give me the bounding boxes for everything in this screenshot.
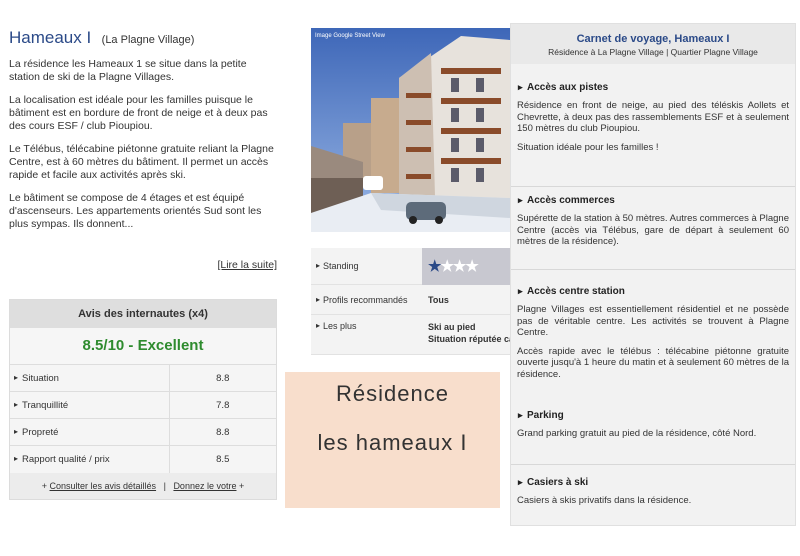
page-subtitle: (La Plagne Village) — [101, 34, 195, 46]
section-title: Accès centre station — [517, 286, 789, 297]
star-empty-icon: ★ — [465, 258, 478, 275]
intro-paragraph: La localisation est idéale pour les fami… — [9, 94, 268, 132]
standing-stars: ★★★★ — [428, 257, 479, 275]
travel-notebook: Carnet de voyage, Hameaux I Résidence à … — [510, 23, 796, 526]
notebook-subtitle: Résidence à La Plagne Village | Quartier… — [548, 47, 758, 57]
standing-rating: ★★★★ — [422, 247, 510, 285]
info-table: Standing ★★★★ Profils recommandés Tous L… — [311, 247, 510, 355]
section-divider — [511, 269, 795, 270]
plus-item: Ski au pied — [428, 322, 476, 332]
street-view-photo[interactable]: Image Google Street View — [311, 28, 510, 232]
reviews-footer: + Consulter les avis détaillés | Donnez … — [10, 473, 276, 499]
section-text: Accès rapide avec le télébus : télécabin… — [517, 345, 789, 380]
profiles-label: Profils recommandés — [311, 295, 422, 305]
table-row: Profils recommandés Tous — [311, 285, 510, 315]
star-filled-icon: ★ — [428, 258, 441, 275]
profiles-value: Tous — [428, 294, 449, 305]
reviews-box: Avis des internautes (x4) 8.5/10 - Excel… — [9, 299, 277, 500]
section-title: Accès aux pistes — [517, 82, 789, 93]
give-review-link[interactable]: Donnez le votre — [173, 481, 236, 491]
section-text: Résidence en front de neige, au pied des… — [517, 100, 789, 134]
notebook-section-centre: Accès centre station Plagne Villages est… — [511, 286, 795, 380]
review-criterion: Situation — [10, 364, 169, 392]
notebook-section-casiers: Casiers à ski Casiers à skis privatifs d… — [511, 477, 795, 507]
residence-card-line2: les hameaux I — [317, 430, 468, 455]
footer-plus: + — [41, 480, 47, 491]
plus-item: Situation réputée calme — [428, 334, 510, 344]
intro-title-row: Hameaux I (La Plagne Village) — [9, 28, 277, 48]
table-row: Situation 8.8 — [10, 364, 276, 392]
section-text: Grand parking gratuit au pied de la rési… — [517, 428, 757, 439]
building-photo-illustration — [311, 28, 510, 232]
section-text: Casiers à skis privatifs dans la résiden… — [517, 495, 692, 506]
residence-card-line1: Résidence — [336, 381, 449, 406]
star-empty-icon: ★ — [440, 258, 453, 275]
residence-card: Résidence les hameaux I — [285, 372, 500, 508]
notebook-section-parking: Parking Grand parking gratuit au pied de… — [511, 410, 795, 440]
review-value: 8.8 — [168, 364, 276, 392]
intro-paragraph: Le Télébus, télécabine piétonne gratuite… — [9, 143, 274, 181]
section-text: Plagne Villages est essentiellement rési… — [517, 304, 789, 338]
photo-caption: Image Google Street View — [315, 33, 385, 39]
standing-label: Standing — [311, 261, 422, 271]
footer-plus: + — [239, 480, 245, 491]
notebook-section-commerces: Accès commerces Supérette de la station … — [511, 195, 795, 248]
notebook-title: Carnet de voyage, Hameaux I — [576, 33, 730, 45]
review-value: 8.5 — [168, 445, 276, 473]
review-criterion: Rapport qualité / prix — [10, 445, 169, 473]
section-divider — [511, 186, 795, 187]
table-row: Les plus Ski au pied Situation réputée c… — [311, 315, 510, 355]
section-title: Casiers à ski — [517, 477, 789, 488]
footer-separator: | — [163, 480, 166, 491]
table-row: Tranquillité 7.8 — [10, 391, 276, 419]
section-text: Supérette de la station à 50 mètres. Aut… — [517, 213, 789, 247]
detailed-reviews-link[interactable]: Consulter les avis détaillés — [50, 481, 157, 491]
page-title: Hameaux I — [9, 28, 92, 47]
table-row: Propreté 8.8 — [10, 418, 276, 446]
reviews-table: Situation 8.8 Tranquillité 7.8 Propreté … — [10, 364, 276, 473]
plus-values: Ski au pied Situation réputée calme — [422, 321, 510, 354]
reviews-score: 8.5/10 - Excellent — [10, 328, 276, 364]
section-text: Situation idéale pour les familles ! — [517, 141, 659, 153]
notebook-section-pistes: Accès aux pistes Résidence en front de n… — [511, 82, 795, 153]
reviews-header: Avis des internautes (x4) — [10, 300, 276, 328]
read-more-row: [Lire la suite] — [9, 259, 277, 271]
plus-label: Les plus — [311, 321, 422, 354]
read-more-link[interactable]: [Lire la suite] — [217, 259, 277, 271]
section-divider — [511, 464, 795, 465]
review-criterion: Tranquillité — [10, 391, 169, 419]
intro-paragraph: Le bâtiment se compose de 4 étages et es… — [9, 192, 262, 230]
section-title: Accès commerces — [517, 195, 789, 206]
table-row: Standing ★★★★ — [311, 247, 510, 285]
review-value: 8.8 — [168, 418, 276, 446]
star-empty-icon: ★ — [452, 258, 466, 275]
notebook-header: Carnet de voyage, Hameaux I Résidence à … — [511, 24, 795, 64]
review-criterion: Propreté — [10, 418, 169, 446]
section-title: Parking — [517, 410, 789, 421]
intro-section: Hameaux I (La Plagne Village) La résiden… — [9, 28, 277, 231]
review-value: 7.8 — [168, 391, 276, 419]
intro-paragraph: La résidence les Hameaux 1 se situe dans… — [9, 58, 247, 83]
table-row: Rapport qualité / prix 8.5 — [10, 445, 276, 473]
